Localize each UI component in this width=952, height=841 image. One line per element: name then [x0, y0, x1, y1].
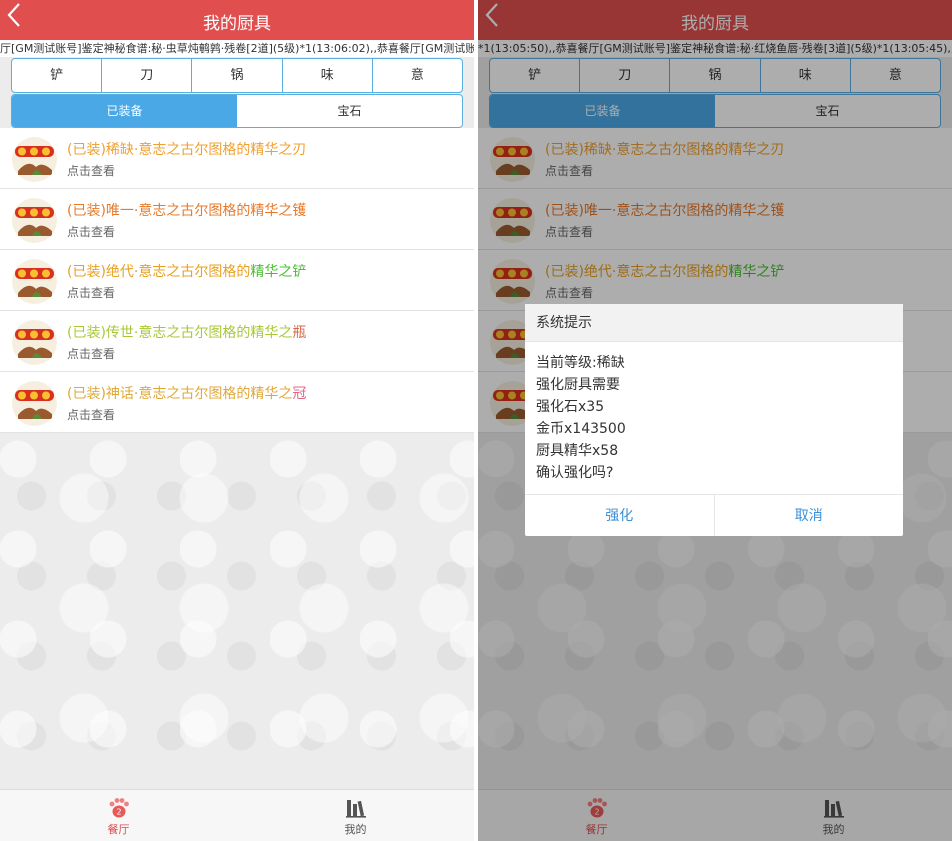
item-subtitle: 点击查看: [67, 225, 116, 239]
tab-restaurant-label: 餐厅: [107, 823, 130, 836]
item-avatar-icon: [12, 137, 57, 182]
cancel-button[interactable]: 取消: [715, 495, 904, 536]
list-item[interactable]: (已装)唯一·意志之古尔图格的精华之镬 点击查看: [0, 189, 474, 250]
tool-tab-wok[interactable]: 锅: [192, 59, 283, 92]
equipment-list: (已装)稀缺·意志之古尔图格的精华之刃 点击查看 (已装)唯一·意志之古尔图格的…: [0, 128, 474, 433]
page-title: 我的厨具: [203, 14, 271, 34]
item-avatar-icon: [12, 320, 57, 365]
svg-text:2: 2: [116, 808, 121, 817]
screen-left: 我的厨具 厅[GM测试账号]鉴定神秘食谱:秘·虫草炖鹌鹑·残卷[2道](5级)*…: [0, 0, 474, 841]
tool-tab-flavor[interactable]: 味: [283, 59, 373, 92]
header: 我的厨具: [0, 0, 474, 40]
dialog-body: 当前等级:稀缺 强化厨具需要 强化石x35 金币x143500 厨具精华x58 …: [525, 342, 903, 484]
dialog-line: 确认强化吗?: [536, 465, 614, 481]
books-icon: [344, 796, 368, 820]
item-name: (已装)绝代·意志之古尔图格的精华之铲: [67, 264, 307, 280]
list-item[interactable]: (已装)神话·意志之古尔图格的精华之冠 点击查看: [0, 372, 474, 433]
item-name: (已装)稀缺·意志之古尔图格的精华之刃: [67, 142, 307, 158]
bottom-tabbar: 2 餐厅 我的: [0, 789, 474, 841]
item-avatar-icon: [12, 198, 57, 243]
item-name: (已装)传世·意志之古尔图格的精华之瓶: [67, 325, 307, 341]
segment-control: 已装备 宝石: [11, 94, 463, 128]
tab-mine-label: 我的: [344, 823, 367, 836]
tool-tab-idea[interactable]: 意: [373, 59, 462, 92]
paw-icon: 2: [107, 796, 131, 820]
background-texture: [0, 432, 474, 789]
list-item[interactable]: (已装)绝代·意志之古尔图格的精华之铲 点击查看: [0, 250, 474, 311]
item-subtitle: 点击查看: [67, 286, 116, 300]
dialog-line: 厨具精华x58: [536, 443, 619, 459]
segment-equipped[interactable]: 已装备: [12, 95, 237, 127]
dialog-line: 强化石x35: [536, 399, 605, 415]
news-ticker: 厅[GM测试账号]鉴定神秘食谱:秘·虫草炖鹌鹑·残卷[2道](5级)*1(13:…: [0, 40, 474, 57]
enhance-button[interactable]: 强化: [525, 495, 715, 536]
item-subtitle: 点击查看: [67, 347, 116, 361]
item-subtitle: 点击查看: [67, 408, 116, 422]
list-item[interactable]: (已装)传世·意志之古尔图格的精华之瓶 点击查看: [0, 311, 474, 372]
system-prompt-dialog: 系统提示 当前等级:稀缺 强化厨具需要 强化石x35 金币x143500 厨具精…: [525, 304, 903, 536]
segment-gems[interactable]: 宝石: [237, 95, 462, 127]
stage: 我的厨具 厅[GM测试账号]鉴定神秘食谱:秘·虫草炖鹌鹑·残卷[2道](5级)*…: [0, 0, 952, 841]
tool-tab-spatula[interactable]: 铲: [12, 59, 103, 92]
tool-tab-knife[interactable]: 刀: [102, 59, 193, 92]
list-item[interactable]: (已装)稀缺·意志之古尔图格的精华之刃 点击查看: [0, 128, 474, 189]
item-name: (已装)唯一·意志之古尔图格的精华之镬: [67, 203, 307, 219]
dialog-buttons: 强化 取消: [525, 494, 903, 536]
tab-restaurant[interactable]: 2 餐厅: [0, 790, 237, 841]
item-avatar-icon: [12, 259, 57, 304]
item-name: (已装)神话·意志之古尔图格的精华之冠: [67, 386, 307, 402]
dialog-line: 当前等级:稀缺: [536, 355, 625, 371]
tool-category-bar: 铲 刀 锅 味 意: [11, 58, 463, 93]
tab-mine[interactable]: 我的: [237, 790, 474, 841]
dialog-title: 系统提示: [525, 304, 903, 342]
dialog-line: 强化厨具需要: [536, 377, 620, 393]
dialog-line: 金币x143500: [536, 421, 626, 437]
screen-right: 我的厨具 *1(13:05:50),,恭喜餐厅[GM测试账号]鉴定神秘食谱:秘·…: [478, 0, 952, 841]
item-subtitle: 点击查看: [67, 164, 116, 178]
item-avatar-icon: [12, 381, 57, 426]
